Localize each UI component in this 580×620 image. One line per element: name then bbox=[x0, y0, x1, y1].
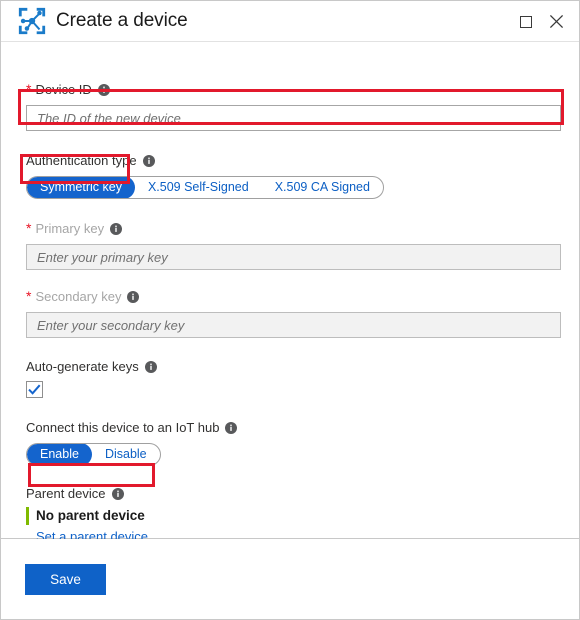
dialog-footer: Save bbox=[1, 539, 579, 619]
auth-option-x509-self-signed[interactable]: X.509 Self-Signed bbox=[135, 177, 262, 198]
info-icon[interactable] bbox=[142, 154, 155, 167]
iot-device-icon bbox=[18, 7, 46, 35]
device-id-label: * Device ID bbox=[26, 82, 561, 97]
connect-hub-choice-group: Enable Disable bbox=[26, 443, 161, 466]
auth-option-symmetric-key[interactable]: Symmetric key bbox=[27, 177, 135, 198]
info-icon[interactable] bbox=[111, 487, 124, 500]
parent-device-label-text: Parent device bbox=[26, 486, 106, 501]
connect-hub-option-disable[interactable]: Disable bbox=[92, 444, 160, 465]
secondary-key-input[interactable] bbox=[26, 312, 561, 338]
save-button[interactable]: Save bbox=[25, 564, 106, 595]
primary-key-label: * Primary key bbox=[26, 221, 561, 236]
info-icon[interactable] bbox=[144, 360, 157, 373]
maximize-button[interactable] bbox=[511, 7, 541, 37]
required-asterisk: * bbox=[26, 81, 32, 97]
window-controls bbox=[511, 1, 571, 42]
secondary-key-label-text: Secondary key bbox=[35, 289, 122, 304]
authentication-type-label: Authentication type bbox=[26, 153, 561, 168]
page-title: Create a device bbox=[56, 10, 188, 31]
required-asterisk: * bbox=[26, 288, 32, 304]
device-id-input[interactable] bbox=[26, 105, 561, 131]
info-icon[interactable] bbox=[110, 222, 123, 235]
required-asterisk: * bbox=[26, 220, 32, 236]
close-icon bbox=[549, 14, 563, 29]
checkmark-icon bbox=[28, 384, 41, 395]
create-device-dialog: Create a device * Device ID The ID of th… bbox=[0, 0, 580, 620]
info-icon[interactable] bbox=[97, 83, 110, 96]
device-id-label-text: Device ID bbox=[35, 82, 92, 97]
auto-generate-keys-checkbox[interactable] bbox=[26, 381, 43, 398]
connect-hub-label: Connect this device to an IoT hub bbox=[26, 420, 561, 435]
maximize-icon bbox=[520, 15, 532, 28]
authentication-type-label-text: Authentication type bbox=[26, 153, 137, 168]
secondary-key-label: * Secondary key bbox=[26, 289, 561, 304]
parent-device-value: No parent device bbox=[36, 508, 145, 523]
dialog-body: * Device ID Authentication type Symmetri… bbox=[1, 42, 579, 544]
parent-device-value-row: No parent device bbox=[26, 507, 561, 525]
connect-hub-label-text: Connect this device to an IoT hub bbox=[26, 420, 220, 435]
auto-generate-keys-label-text: Auto-generate keys bbox=[26, 359, 139, 374]
status-accent-bar bbox=[26, 507, 29, 525]
authentication-type-choice-group: Symmetric key X.509 Self-Signed X.509 CA… bbox=[26, 176, 384, 199]
parent-device-label: Parent device bbox=[26, 486, 561, 501]
info-icon[interactable] bbox=[127, 290, 140, 303]
primary-key-label-text: Primary key bbox=[35, 221, 105, 236]
close-button[interactable] bbox=[541, 7, 571, 37]
info-icon[interactable] bbox=[225, 421, 238, 434]
title-bar: Create a device bbox=[1, 1, 579, 42]
create-device-form: * Device ID Authentication type Symmetri… bbox=[26, 42, 561, 546]
primary-key-input[interactable] bbox=[26, 244, 561, 270]
connect-hub-option-enable[interactable]: Enable bbox=[27, 444, 92, 465]
auto-generate-keys-label: Auto-generate keys bbox=[26, 359, 561, 374]
auth-option-x509-ca-signed[interactable]: X.509 CA Signed bbox=[262, 177, 383, 198]
